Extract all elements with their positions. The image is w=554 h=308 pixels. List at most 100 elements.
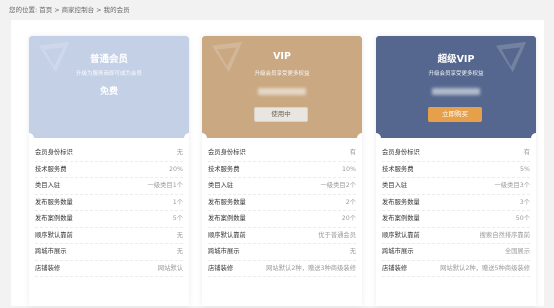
tier-subtitle: 升级会员享受更多权益 [428, 71, 484, 77]
benefit-list: 会员身份标识 有 技术服务费 10% 类目入驻 一级类目2个 发布服务数量 2个 发布案… [202, 138, 362, 277]
benefit-label: 技术服务费 [35, 165, 67, 173]
tier-title: VIP [273, 51, 291, 62]
benefit-row: 发布案例数量 20个 [208, 211, 356, 228]
benefit-value: 网站默认2种，赠送5种商级装修 [440, 264, 530, 272]
benefit-label: 店铺装修 [35, 264, 61, 272]
benefit-label: 店铺装修 [208, 264, 234, 272]
benefit-row: 会员身份标识 有 [382, 145, 530, 162]
benefit-label: 会员身份标识 [382, 149, 420, 156]
breadcrumb-current: 我的会员 [103, 6, 130, 14]
benefit-label: 顺序默认靠前 [382, 231, 420, 239]
benefit-label: 跨城市展示 [382, 248, 414, 255]
benefit-row: 会员身份标识 有 [208, 145, 356, 162]
benefit-value: 50个 [515, 215, 530, 222]
benefit-label: 会员身份标识 [35, 149, 73, 156]
benefit-value: 2个 [345, 198, 356, 206]
benefit-value: 无 [176, 149, 183, 156]
tier-subtitle: 升级会员享受更多权益 [254, 71, 310, 77]
benefit-label: 顺序默认靠前 [35, 231, 73, 239]
tier-price: 免费 [99, 87, 118, 97]
membership-card-basic: 普通会员 升级为服务商即可成为会员 免费 会员身份标识无 技术服务费 20% 类目… [29, 36, 189, 306]
benefit-value: 10% [342, 165, 356, 173]
benefit-list: 会员身份标识 有 技术服务费 5% 类目入驻 一级类目3个 发布服务数量 3个 发布案例… [376, 138, 536, 277]
buy-now-button[interactable]: 立即购买 [428, 107, 482, 122]
benefit-row: 店铺装修 网站默认 [35, 261, 183, 277]
benefit-label: 会员身份标识 [208, 149, 246, 156]
benefit-row: 顺序默认靠前 优于普通会员 [208, 228, 356, 244]
benefit-label: 店铺装修 [382, 264, 408, 272]
tier-subtitle: 升级为服务商即可成为会员 [75, 71, 142, 77]
benefit-label: 发布案例数量 [208, 215, 246, 222]
benefit-label: 跨城市展示 [35, 248, 67, 255]
benefit-value: 优于普通会员 [318, 231, 356, 239]
benefit-label: 类目入驻 [382, 182, 408, 189]
price-blurred [432, 88, 480, 95]
benefit-value: 一级类目3个 [494, 182, 531, 189]
price-blurred [258, 88, 306, 95]
card-header: 超级VIP 升级会员享受更多权益 立即购买 [376, 36, 536, 138]
benefit-value: 无 [176, 231, 183, 239]
breadcrumb-separator: > [96, 6, 102, 14]
breadcrumb-link-home[interactable]: 首页 [39, 6, 52, 14]
benefit-row: 类目入驻 一级类目2个 [208, 178, 356, 195]
benefit-row: 发布服务数量 2个 [208, 195, 356, 211]
benefit-row: 发布案例数量 50个 [382, 211, 530, 228]
benefit-value: 搜索自然排序靠前 [479, 231, 530, 239]
benefit-row: 会员身份标识 无 [35, 145, 183, 162]
benefit-value: 无 [349, 248, 356, 255]
benefit-row: 类目入驻 一级类目3个 [382, 178, 530, 195]
benefit-label: 发布案例数量 [382, 215, 420, 222]
benefit-value: 1个 [172, 198, 183, 206]
benefit-label: 技术服务费 [382, 165, 414, 173]
benefit-value: 5% [520, 165, 530, 173]
benefit-row: 跨城市展示 无 [208, 244, 356, 261]
benefit-label: 类目入驻 [208, 182, 234, 189]
benefit-value: 有 [349, 149, 356, 156]
breadcrumb-prefix: 您的位置: [9, 6, 38, 14]
benefit-value: 20个 [341, 215, 356, 222]
membership-card-super-vip: 超级VIP 升级会员享受更多权益 立即购买 会员身份标识 有 技术服务费 5% 类目… [376, 36, 536, 306]
card-header: VIP 升级会员享受更多权益 使用中 [202, 36, 362, 138]
benefit-row: 顺序默认靠前 无 [35, 228, 183, 244]
breadcrumb-link-console[interactable]: 商家控制台 [62, 6, 95, 14]
benefit-value: 20% [169, 165, 183, 173]
benefit-value: 全国展示 [504, 248, 530, 255]
benefit-row: 类目入驻 一级类目1个 [35, 178, 183, 195]
benefit-label: 发布服务数量 [208, 198, 246, 206]
breadcrumb: 您的位置: 首页 > 商家控制台 > 我的会员 [8, 3, 131, 17]
benefit-row: 发布服务数量 1个 [35, 195, 183, 211]
benefit-row: 跨城市展示 无 [35, 244, 183, 261]
benefit-row: 技术服务费 10% [208, 162, 356, 178]
benefit-value: 网站默认2种，赠送3种商级装修 [266, 264, 356, 272]
membership-card-vip: VIP 升级会员享受更多权益 使用中 会员身份标识 有 技术服务费 10% 类目入驻… [202, 36, 362, 306]
benefit-label: 发布服务数量 [382, 198, 420, 206]
membership-panel: 普通会员 升级为服务商即可成为会员 免费 会员身份标识无 技术服务费 20% 类目… [11, 20, 544, 306]
benefit-row: 店铺装修 网站默认2种，赠送3种商级装修 [208, 261, 356, 277]
benefit-label: 跨城市展示 [208, 248, 240, 255]
benefit-value: 一级类目2个 [320, 182, 357, 189]
benefit-value: 3个 [519, 198, 530, 206]
tier-title: 超级VIP [437, 54, 475, 65]
benefit-row: 店铺装修 网站默认2种，赠送5种商级装修 [382, 261, 530, 277]
benefit-label: 顺序默认靠前 [208, 231, 246, 239]
benefit-value: 有 [523, 149, 530, 156]
benefit-value: 无 [176, 248, 183, 255]
benefit-label: 发布案例数量 [35, 215, 73, 222]
card-header: 普通会员 升级为服务商即可成为会员 免费 [29, 36, 189, 138]
benefit-label: 发布服务数量 [35, 198, 73, 206]
benefit-row: 顺序默认靠前 搜索自然排序靠前 [382, 228, 530, 244]
benefit-row: 技术服务费 20% [35, 162, 183, 178]
benefit-row: 发布案例数量 5个 [35, 211, 183, 228]
benefit-row: 跨城市展示 全国展示 [382, 244, 530, 261]
benefit-value: 网站默认 [157, 264, 183, 272]
breadcrumb-separator: > [54, 6, 60, 14]
benefit-value: 5个 [172, 215, 183, 222]
tier-title: 普通会员 [89, 54, 128, 65]
benefit-label: 类目入驻 [35, 182, 61, 189]
benefit-list: 会员身份标识无 技术服务费 20% 类目入驻 一级类目1个 发布服务数量 1个 发布案… [29, 138, 189, 277]
benefit-label: 技术服务费 [208, 165, 240, 173]
benefit-value: 一级类目1个 [147, 182, 184, 189]
benefit-row: 技术服务费 5% [382, 162, 530, 178]
in-use-button[interactable]: 使用中 [254, 107, 308, 122]
benefit-row: 发布服务数量 3个 [382, 195, 530, 211]
